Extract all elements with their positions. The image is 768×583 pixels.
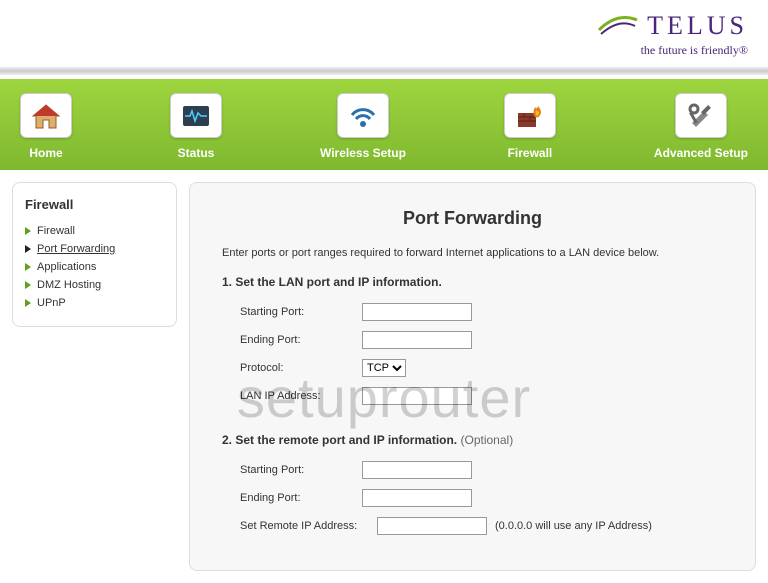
main-panel: Port Forwarding Enter ports or port rang…	[189, 182, 756, 571]
brand-tagline: the future is friendly®	[597, 43, 748, 58]
section2-heading: 2. Set the remote port and IP informatio…	[222, 433, 723, 447]
starting-port-label: Starting Port:	[222, 306, 362, 318]
sidebar-item-label: UPnP	[37, 297, 66, 309]
remote-ip-input[interactable]	[377, 517, 487, 535]
sidebar-item-dmz[interactable]: DMZ Hosting	[25, 276, 164, 294]
nav-wireless[interactable]: Wireless Setup	[320, 93, 406, 160]
protocol-select[interactable]: TCP	[362, 359, 406, 377]
sidebar-item-port-forwarding[interactable]: Port Forwarding	[25, 240, 164, 258]
arrow-icon	[25, 281, 31, 289]
sidebar-item-firewall[interactable]: Firewall	[25, 222, 164, 240]
firewall-icon	[504, 93, 556, 138]
sidebar-item-label: Port Forwarding	[37, 243, 115, 255]
nav-label: Advanced Setup	[654, 146, 748, 160]
sidebar-item-label: DMZ Hosting	[37, 279, 101, 291]
arrow-icon	[25, 299, 31, 307]
section1-heading: 1. Set the LAN port and IP information.	[222, 275, 723, 289]
intro-text: Enter ports or port ranges required to f…	[222, 247, 723, 259]
protocol-label: Protocol:	[222, 362, 362, 374]
ending-port-label: Ending Port:	[222, 334, 362, 346]
nav-label: Status	[178, 146, 215, 160]
brand-name: TELUS	[647, 11, 748, 41]
lan-ip-label: LAN IP Address:	[222, 390, 362, 402]
home-icon	[20, 93, 72, 138]
arrow-icon	[25, 227, 31, 235]
telus-swoosh-icon	[597, 10, 639, 41]
sidebar: Firewall Firewall Port Forwarding Applic…	[12, 182, 177, 327]
starting-port-input[interactable]	[362, 303, 472, 321]
wireless-icon	[337, 93, 389, 138]
arrow-icon	[25, 245, 31, 253]
nav-status[interactable]: Status	[170, 93, 222, 160]
sidebar-title: Firewall	[25, 197, 164, 212]
lan-ip-input[interactable]	[362, 387, 472, 405]
sidebar-item-label: Applications	[37, 261, 96, 273]
nav-label: Wireless Setup	[320, 146, 406, 160]
sidebar-item-label: Firewall	[37, 225, 75, 237]
optional-label: (Optional)	[461, 433, 514, 447]
remote-starting-port-label: Starting Port:	[222, 464, 362, 476]
page-title: Port Forwarding	[222, 208, 723, 229]
sidebar-item-applications[interactable]: Applications	[25, 258, 164, 276]
tools-icon	[675, 93, 727, 138]
remote-ip-note: (0.0.0.0 will use any IP Address)	[495, 520, 652, 532]
remote-starting-port-input[interactable]	[362, 461, 472, 479]
main-nav: Home Status Wireless Setup Firewall Adva…	[0, 79, 768, 170]
nav-home[interactable]: Home	[20, 93, 72, 160]
divider	[0, 67, 768, 75]
nav-advanced[interactable]: Advanced Setup	[654, 93, 748, 160]
ending-port-input[interactable]	[362, 331, 472, 349]
arrow-icon	[25, 263, 31, 271]
nav-firewall[interactable]: Firewall	[504, 93, 556, 160]
status-icon	[170, 93, 222, 138]
header: TELUS the future is friendly®	[0, 0, 768, 63]
remote-ip-label: Set Remote IP Address:	[222, 520, 377, 532]
nav-label: Home	[29, 146, 62, 160]
nav-label: Firewall	[508, 146, 553, 160]
remote-ending-port-input[interactable]	[362, 489, 472, 507]
remote-ending-port-label: Ending Port:	[222, 492, 362, 504]
sidebar-item-upnp[interactable]: UPnP	[25, 294, 164, 312]
brand-logo: TELUS	[597, 10, 748, 41]
